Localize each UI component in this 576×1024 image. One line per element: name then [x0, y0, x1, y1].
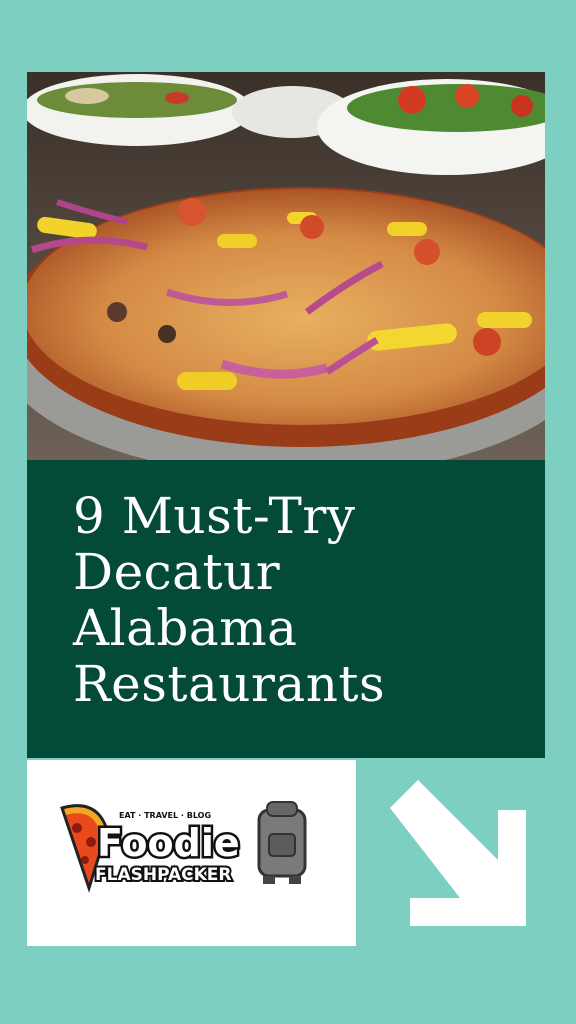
title-line-4: Restaurants — [73, 655, 386, 713]
foodie-flashpacker-logo: EAT · TRAVEL · BLOG Foodie FLASHPACKER — [60, 801, 307, 893]
arrow-down-right-icon[interactable] — [380, 780, 526, 926]
title-line-3: Alabama — [73, 599, 298, 657]
brand-logo-panel[interactable]: EAT · TRAVEL · BLOG Foodie FLASHPACKER — [27, 760, 356, 946]
logo-tagline: EAT · TRAVEL · BLOG — [119, 811, 211, 820]
title-line-1: 9 Must-Try — [73, 487, 356, 545]
logo-word-foodie: Foodie — [97, 821, 240, 865]
hero-pizza-photo — [27, 72, 545, 460]
title-panel: 9 Must-Try Decatur Alabama Restaurants — [27, 460, 545, 758]
logo-word-flashpacker: FLASHPACKER — [95, 865, 231, 885]
page-title: 9 Must-Try Decatur Alabama Restaurants — [73, 488, 385, 712]
title-line-2: Decatur — [73, 543, 281, 601]
